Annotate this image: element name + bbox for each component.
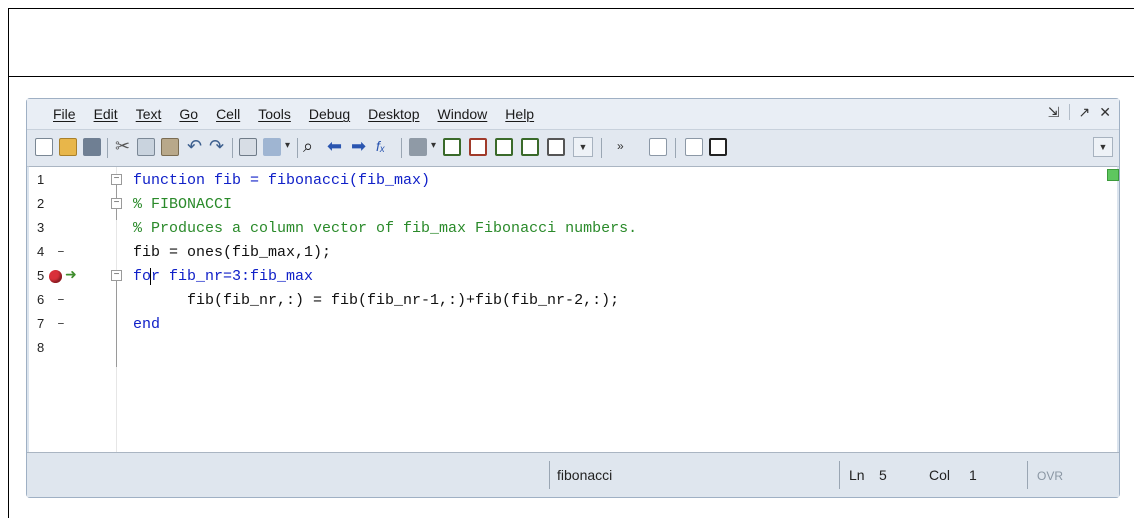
line-code: fib(fib_nr,:) = fib(fib_nr-1,:)+fib(fib_…	[187, 292, 620, 309]
menu-text[interactable]: Text	[136, 106, 162, 122]
step-out-icon[interactable]	[521, 138, 539, 156]
bookmark-icon[interactable]	[409, 138, 427, 156]
toolbar: ✂ ↶ ↷ ▾ ⌕ ⬅ ➡ fₓ ▾ ▼ » ▼	[27, 129, 1119, 167]
tools-icon[interactable]	[263, 138, 281, 156]
line-number[interactable]: 3	[37, 220, 44, 235]
forward-icon[interactable]: ➡	[351, 136, 366, 156]
layout-icon[interactable]	[649, 138, 667, 156]
back-icon[interactable]: ⬅	[327, 136, 342, 156]
undock-icon[interactable]: ⇲	[1048, 104, 1060, 121]
status-separator	[839, 461, 840, 489]
undo-icon[interactable]: ↶	[187, 136, 202, 156]
step-icon[interactable]	[469, 138, 487, 156]
fold-toggle[interactable]: −	[111, 174, 122, 185]
code-line: 8	[29, 337, 1109, 361]
menu-help[interactable]: Help	[505, 106, 534, 122]
breakpoint-icon[interactable]	[49, 270, 62, 283]
line-number[interactable]: 4	[37, 244, 44, 259]
executable-marker[interactable]: –	[57, 292, 65, 307]
status-col-label: Col	[929, 467, 951, 483]
status-function-name: fibonacci	[557, 467, 613, 483]
menubar: File Edit Text Go Cell Tools Debug Deskt…	[27, 99, 1119, 129]
function-icon[interactable]: fₓ	[376, 136, 385, 156]
status-separator	[549, 461, 550, 489]
open-folder-icon[interactable]	[59, 138, 77, 156]
stack-dropdown[interactable]: ▼	[573, 137, 593, 157]
executable-marker[interactable]: –	[57, 316, 65, 331]
toolbar-separator	[232, 138, 233, 158]
toolbar-separator	[107, 138, 108, 158]
close-icon[interactable]: ✕	[1099, 104, 1111, 121]
dropdown-arrow-icon[interactable]: ▾	[431, 136, 436, 156]
toolbar-separator	[401, 138, 402, 158]
code-line: 7 – end	[29, 313, 1109, 337]
line-code: % FIBONACCI	[133, 196, 233, 213]
breakpoint-set-icon[interactable]	[443, 138, 461, 156]
status-mode: OVR	[1037, 469, 1064, 483]
fold-toggle[interactable]: −	[111, 270, 122, 281]
editor-window: File Edit Text Go Cell Tools Debug Deskt…	[26, 98, 1120, 498]
copy-icon[interactable]	[137, 138, 155, 156]
line-number[interactable]: 8	[37, 340, 44, 355]
menu-desktop[interactable]: Desktop	[368, 106, 419, 122]
status-line-value: 5	[879, 467, 887, 483]
find-icon[interactable]: ⌕	[303, 136, 313, 156]
code-line: 3 % Produces a column vector of fib_max …	[29, 217, 1109, 241]
line-code: fib = ones(fib_max,1);	[133, 244, 332, 261]
menu-debug[interactable]: Debug	[309, 106, 350, 122]
menu-file[interactable]: File	[53, 106, 76, 122]
step-in-icon[interactable]	[495, 138, 513, 156]
redo-icon[interactable]: ↷	[209, 136, 224, 156]
save-icon[interactable]	[83, 138, 101, 156]
line-code: % Produces a column vector of fib_max Fi…	[133, 220, 638, 237]
code-line: 4 – fib = ones(fib_max,1);	[29, 241, 1109, 265]
code-editor[interactable]: 1 − function fib = fibonacci(fib_max) 2 …	[29, 166, 1119, 452]
line-code: function fib = fibonacci(fib_max)	[133, 172, 431, 189]
code-line: 6 – fib(fib_nr,:) = fib(fib_nr-1,:)+fib(…	[29, 289, 1109, 313]
dropdown-arrow-icon[interactable]: ▾	[285, 136, 290, 156]
executable-marker[interactable]: –	[57, 244, 65, 259]
new-file-icon[interactable]	[35, 138, 53, 156]
line-code: for fib_nr=3:fib_max	[133, 268, 314, 285]
fold-toggle[interactable]: −	[111, 198, 122, 209]
status-separator	[1027, 461, 1028, 489]
menu-edit[interactable]: Edit	[94, 106, 118, 122]
text-cursor	[150, 268, 151, 285]
status-col-value: 1	[969, 467, 977, 483]
toolbar-separator	[297, 138, 298, 158]
paste-icon[interactable]	[161, 138, 179, 156]
code-line: 2 − % FIBONACCI	[29, 193, 1109, 217]
continue-icon[interactable]	[547, 138, 565, 156]
line-number[interactable]: 1	[37, 172, 44, 187]
menu-go[interactable]: Go	[179, 106, 198, 122]
menu-tools[interactable]: Tools	[258, 106, 291, 122]
execution-arrow-icon: ➜	[65, 268, 77, 284]
header-divider	[8, 76, 1134, 77]
toolbar-separator	[675, 138, 676, 158]
single-window-icon[interactable]	[709, 138, 727, 156]
toolbar-separator	[601, 138, 602, 158]
maximize-icon[interactable]: ↗	[1079, 104, 1091, 121]
tile-icon[interactable]	[685, 138, 703, 156]
menu-window[interactable]: Window	[438, 106, 488, 122]
line-number[interactable]: 5	[37, 268, 44, 283]
cut-icon[interactable]: ✂	[115, 136, 130, 156]
line-number[interactable]: 2	[37, 196, 44, 211]
menu-cell[interactable]: Cell	[216, 106, 240, 122]
code-line: 5 ➜ − for fib_nr=3:fib_max	[29, 265, 1109, 289]
status-line-label: Ln	[849, 467, 865, 483]
line-number[interactable]: 7	[37, 316, 44, 331]
control-separator	[1068, 104, 1070, 120]
window-controls: ⇲ ↗ ✕	[1048, 104, 1111, 121]
code-line: 1 − function fib = fibonacci(fib_max)	[29, 169, 1109, 193]
line-number[interactable]: 6	[37, 292, 44, 307]
print-icon[interactable]	[239, 138, 257, 156]
cell-icon[interactable]: »	[617, 136, 624, 156]
statusbar: fibonacci Ln 5 Col 1 OVR	[27, 452, 1119, 497]
layout-dropdown[interactable]: ▼	[1093, 137, 1113, 157]
line-code: end	[133, 316, 161, 333]
